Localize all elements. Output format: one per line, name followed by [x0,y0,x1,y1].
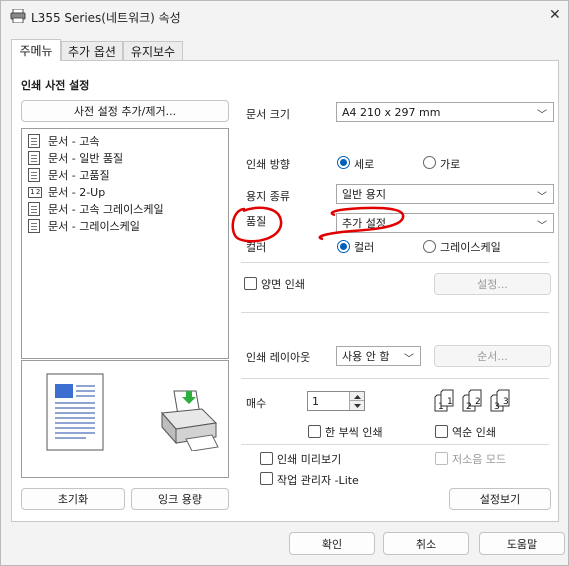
job-arranger-checkbox[interactable] [260,472,273,485]
document-icon [28,219,40,233]
layout-select[interactable]: 사용 안 함 ﹀ [336,346,421,366]
svg-text:1: 1 [447,397,453,407]
tab-more-options[interactable]: 추가 옵션 [61,41,123,61]
help-button[interactable]: 도움말 [479,532,565,555]
svg-text:3: 3 [503,397,509,407]
collate-checkbox[interactable] [308,425,321,438]
document-icon [28,202,40,216]
layout-label: 인쇄 레이아웃 [246,351,311,364]
two-up-icon: 1 2 [28,186,42,198]
divider [241,378,549,379]
collate-label: 한 부씩 인쇄 [325,426,383,439]
quiet-mode-checkbox[interactable] [435,452,448,465]
copies-label: 매수 [246,397,267,410]
tab-main[interactable]: 주메뉴 [11,39,61,61]
divider [241,262,549,263]
triangle-down-icon [354,404,361,408]
orientation-landscape-radio[interactable] [423,156,436,169]
red-annotation-marks [231,206,405,243]
add-remove-presets-button[interactable]: 사전 설정 추가/제거... [21,100,229,122]
paper-size-label: 문서 크기 [246,108,290,121]
duplex-label: 양면 인쇄 [261,278,305,291]
page-order-button[interactable]: 순서... [434,345,551,367]
chevron-down-icon: ﹀ [404,354,414,365]
duplex-checkbox[interactable] [244,277,257,290]
document-icon [28,168,40,182]
duplex-settings-button[interactable]: 설정... [434,273,551,295]
page-preview-icon [46,373,104,451]
tab-maintenance[interactable]: 유지보수 [123,41,183,61]
window-title: L355 Series(네트워크) 속성 [31,11,181,25]
divider [241,444,549,445]
cancel-button[interactable]: 취소 [383,532,469,555]
paper-size-value: A4 210 x 297 mm [342,105,441,119]
presets-section-title: 인쇄 사전 설정 [21,79,90,92]
ok-button[interactable]: 확인 [289,532,375,555]
printer-properties-dialog: L355 Series(네트워크) 속성 ✕ 주메뉴 추가 옵션 유지보수 인쇄… [0,0,569,566]
printer-paper-feed-icon [160,390,219,451]
color-mode-grayscale-radio[interactable] [423,240,436,253]
print-preview-graphic [21,360,229,478]
title-bar: L355 Series(네트워크) 속성 ✕ [1,1,568,31]
list-item[interactable]: 문서 - 고속 그레이스케일 [28,201,164,217]
collate-stack-icon: 11 22 33 [434,389,510,412]
reverse-order-checkbox[interactable] [435,425,448,438]
list-item[interactable]: 1 2 문서 - 2-Up [28,184,105,200]
svg-text:3: 3 [494,402,500,412]
print-preview-label: 인쇄 미리보기 [277,453,342,466]
print-preview-checkbox[interactable] [260,452,273,465]
list-item[interactable]: 문서 - 고속 [28,133,99,149]
reset-button[interactable]: 초기화 [21,488,125,510]
orientation-label: 인쇄 방향 [246,158,290,171]
list-item[interactable]: 문서 - 일반 품질 [28,150,123,166]
svg-text:1: 1 [438,402,444,412]
show-settings-button[interactable]: 설정보기 [449,488,551,510]
layout-value: 사용 안 함 [342,350,390,363]
list-item[interactable]: 문서 - 고품질 [28,167,110,183]
close-icon[interactable]: ✕ [549,7,561,23]
divider [241,312,549,313]
preset-label: 문서 - 고품질 [48,169,110,182]
copies-stepper-down[interactable] [349,401,364,410]
copies-stepper-up[interactable] [349,392,364,401]
chevron-down-icon: ﹀ [537,110,547,121]
preset-label: 문서 - 일반 품질 [48,152,124,165]
preset-label: 문서 - 고속 그레이스케일 [48,203,164,216]
svg-text:2: 2 [466,402,472,412]
paper-size-select[interactable]: A4 210 x 297 mm ﹀ [336,102,554,122]
chevron-down-icon: ﹀ [537,221,547,232]
job-arranger-label: 작업 관리자 -Lite [277,474,359,487]
reverse-order-label: 역순 인쇄 [452,426,496,439]
svg-text:2: 2 [475,397,481,407]
paper-type-value: 일반 용지 [342,188,386,201]
preset-label: 문서 - 2-Up [48,186,106,199]
document-icon [28,151,40,165]
copies-value: 1 [312,395,319,408]
list-item[interactable]: 문서 - 그레이스케일 [28,218,140,234]
chevron-down-icon: ﹀ [537,192,547,203]
preset-label: 문서 - 고속 [48,135,100,148]
presets-list[interactable]: 문서 - 고속 문서 - 일반 품질 문서 - 고품질 1 2 문서 - 2-U… [21,128,229,359]
quiet-mode-label: 저소음 모드 [452,453,507,466]
ink-level-button[interactable]: 잉크 용량 [131,488,229,510]
document-icon [28,134,40,148]
orientation-landscape-label: 가로 [440,158,461,171]
copies-input[interactable]: 1 [307,391,365,411]
preset-label: 문서 - 그레이스케일 [48,220,140,233]
printer-icon [10,9,26,23]
color-mode-grayscale-label: 그레이스케일 [440,241,501,254]
orientation-portrait-radio[interactable] [337,156,350,169]
orientation-portrait-label: 세로 [354,158,375,171]
